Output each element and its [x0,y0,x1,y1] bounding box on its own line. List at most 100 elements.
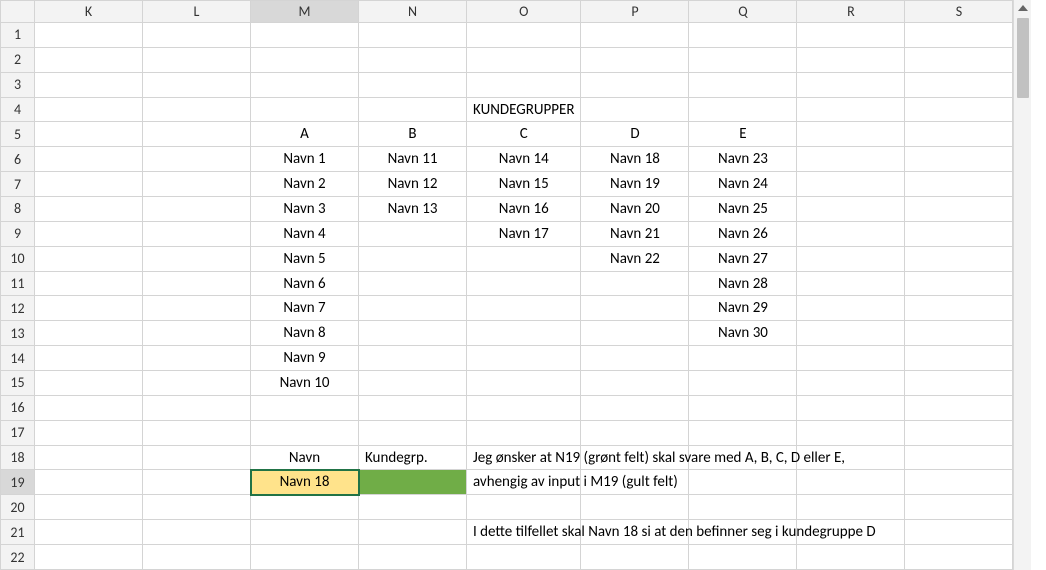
cell-P10[interactable]: Navn 22 [581,246,689,271]
cell-N22[interactable] [359,545,467,570]
row-header-21[interactable]: 21 [1,520,35,545]
cell-M7[interactable]: Navn 2 [251,172,359,197]
cell-P2[interactable] [581,47,689,72]
cell-S3[interactable] [905,72,1013,97]
cell-R7[interactable] [797,172,905,197]
cell-M15[interactable]: Navn 10 [251,371,359,396]
cell-K4[interactable] [35,97,143,122]
cell-P15[interactable] [581,371,689,396]
cell-O6[interactable]: Navn 14 [467,147,581,172]
cell-K14[interactable] [35,346,143,371]
cell-K22[interactable] [35,545,143,570]
cell-K2[interactable] [35,47,143,72]
cell-Q20[interactable] [689,495,797,520]
row-header-22[interactable]: 22 [1,545,35,570]
cell-O9[interactable]: Navn 17 [467,221,581,246]
cell-N15[interactable] [359,371,467,396]
row-header-13[interactable]: 13 [1,321,35,346]
row-header-2[interactable]: 2 [1,47,35,72]
cell-L4[interactable] [143,97,251,122]
row-header-14[interactable]: 14 [1,346,35,371]
cell-S8[interactable] [905,197,1013,222]
row-header-10[interactable]: 10 [1,246,35,271]
cell-R15[interactable] [797,371,905,396]
column-header-K[interactable]: K [35,1,143,23]
row-header-16[interactable]: 16 [1,395,35,420]
cell-R12[interactable] [797,296,905,321]
cell-Q9[interactable]: Navn 26 [689,221,797,246]
cell-K18[interactable] [35,445,143,470]
cell-S15[interactable] [905,371,1013,396]
cell-R10[interactable] [797,246,905,271]
cell-R22[interactable] [797,545,905,570]
cell-Q14[interactable] [689,346,797,371]
cell-S5[interactable] [905,122,1013,147]
cell-S16[interactable] [905,395,1013,420]
cell-R2[interactable] [797,47,905,72]
cell-O11[interactable] [467,271,581,296]
cell-L15[interactable] [143,371,251,396]
cell-O5[interactable]: C [467,122,581,147]
cell-K3[interactable] [35,72,143,97]
cell-N6[interactable]: Navn 11 [359,147,467,172]
cell-N10[interactable] [359,246,467,271]
cell-M3[interactable] [251,72,359,97]
cell-L20[interactable] [143,495,251,520]
row-header-1[interactable]: 1 [1,23,35,48]
scroll-up-icon[interactable] [1018,5,1028,11]
cell-R3[interactable] [797,72,905,97]
cell-L5[interactable] [143,122,251,147]
scroll-thumb[interactable] [1017,18,1029,98]
cell-O21[interactable]: I dette tilfellet skal Navn 18 si at den… [467,520,581,545]
cell-Q12[interactable]: Navn 29 [689,296,797,321]
cell-M8[interactable]: Navn 3 [251,197,359,222]
cell-Q4[interactable] [689,97,797,122]
cell-P8[interactable]: Navn 20 [581,197,689,222]
cell-O16[interactable] [467,395,581,420]
cell-L13[interactable] [143,321,251,346]
cell-N18[interactable]: Kundegrp. [359,445,467,470]
cell-O8[interactable]: Navn 16 [467,197,581,222]
cell-O22[interactable] [467,545,581,570]
cell-M4[interactable] [251,97,359,122]
cell-N5[interactable]: B [359,122,467,147]
cell-R9[interactable] [797,221,905,246]
cell-K7[interactable] [35,172,143,197]
cell-M2[interactable] [251,47,359,72]
cell-S19[interactable] [905,470,1013,495]
cell-Q5[interactable]: E [689,122,797,147]
cell-O12[interactable] [467,296,581,321]
column-header-S[interactable]: S [905,1,1013,23]
cell-P4[interactable] [581,97,689,122]
cell-R13[interactable] [797,321,905,346]
column-header-M[interactable]: M [251,1,359,23]
cell-S4[interactable] [905,97,1013,122]
cell-K17[interactable] [35,420,143,445]
cell-Q1[interactable] [689,23,797,48]
cell-L1[interactable] [143,23,251,48]
cell-O18[interactable]: Jeg ønsker at N19 (grønt felt) skal svar… [467,445,581,470]
row-header-15[interactable]: 15 [1,371,35,396]
cell-M21[interactable] [251,520,359,545]
cell-K9[interactable] [35,221,143,246]
cell-N21[interactable] [359,520,467,545]
cell-S1[interactable] [905,23,1013,48]
cell-K10[interactable] [35,246,143,271]
cell-O19[interactable]: avhengig av input i M19 (gult felt) [467,470,581,495]
cell-M12[interactable]: Navn 7 [251,296,359,321]
row-header-11[interactable]: 11 [1,271,35,296]
cell-N17[interactable] [359,420,467,445]
cell-M18[interactable]: Navn [251,445,359,470]
spreadsheet-grid[interactable]: KLMNOPQRS 1234KUNDEGRUPPER5ABCDE6Navn 1N… [0,0,1013,570]
cell-M17[interactable] [251,420,359,445]
cell-L7[interactable] [143,172,251,197]
cell-K1[interactable] [35,23,143,48]
cell-P3[interactable] [581,72,689,97]
cell-Q13[interactable]: Navn 30 [689,321,797,346]
cell-P5[interactable]: D [581,122,689,147]
cell-N3[interactable] [359,72,467,97]
cell-L12[interactable] [143,296,251,321]
cell-S14[interactable] [905,346,1013,371]
cell-P13[interactable] [581,321,689,346]
cell-M1[interactable] [251,23,359,48]
